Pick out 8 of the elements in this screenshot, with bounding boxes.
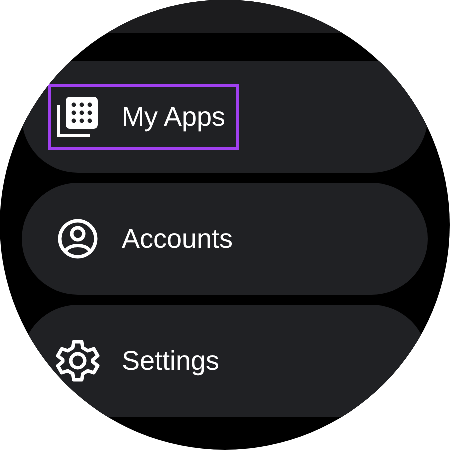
settings-icon: [56, 339, 100, 383]
apps-icon: [56, 95, 100, 139]
account-icon: [56, 217, 100, 261]
menu-item[interactable]: Accounts: [22, 183, 428, 295]
menu-label: My Apps: [122, 102, 226, 132]
menu-label: Accounts: [122, 224, 234, 254]
menu-item[interactable]: My Apps: [22, 61, 428, 173]
menu-label: Settings: [122, 346, 220, 376]
